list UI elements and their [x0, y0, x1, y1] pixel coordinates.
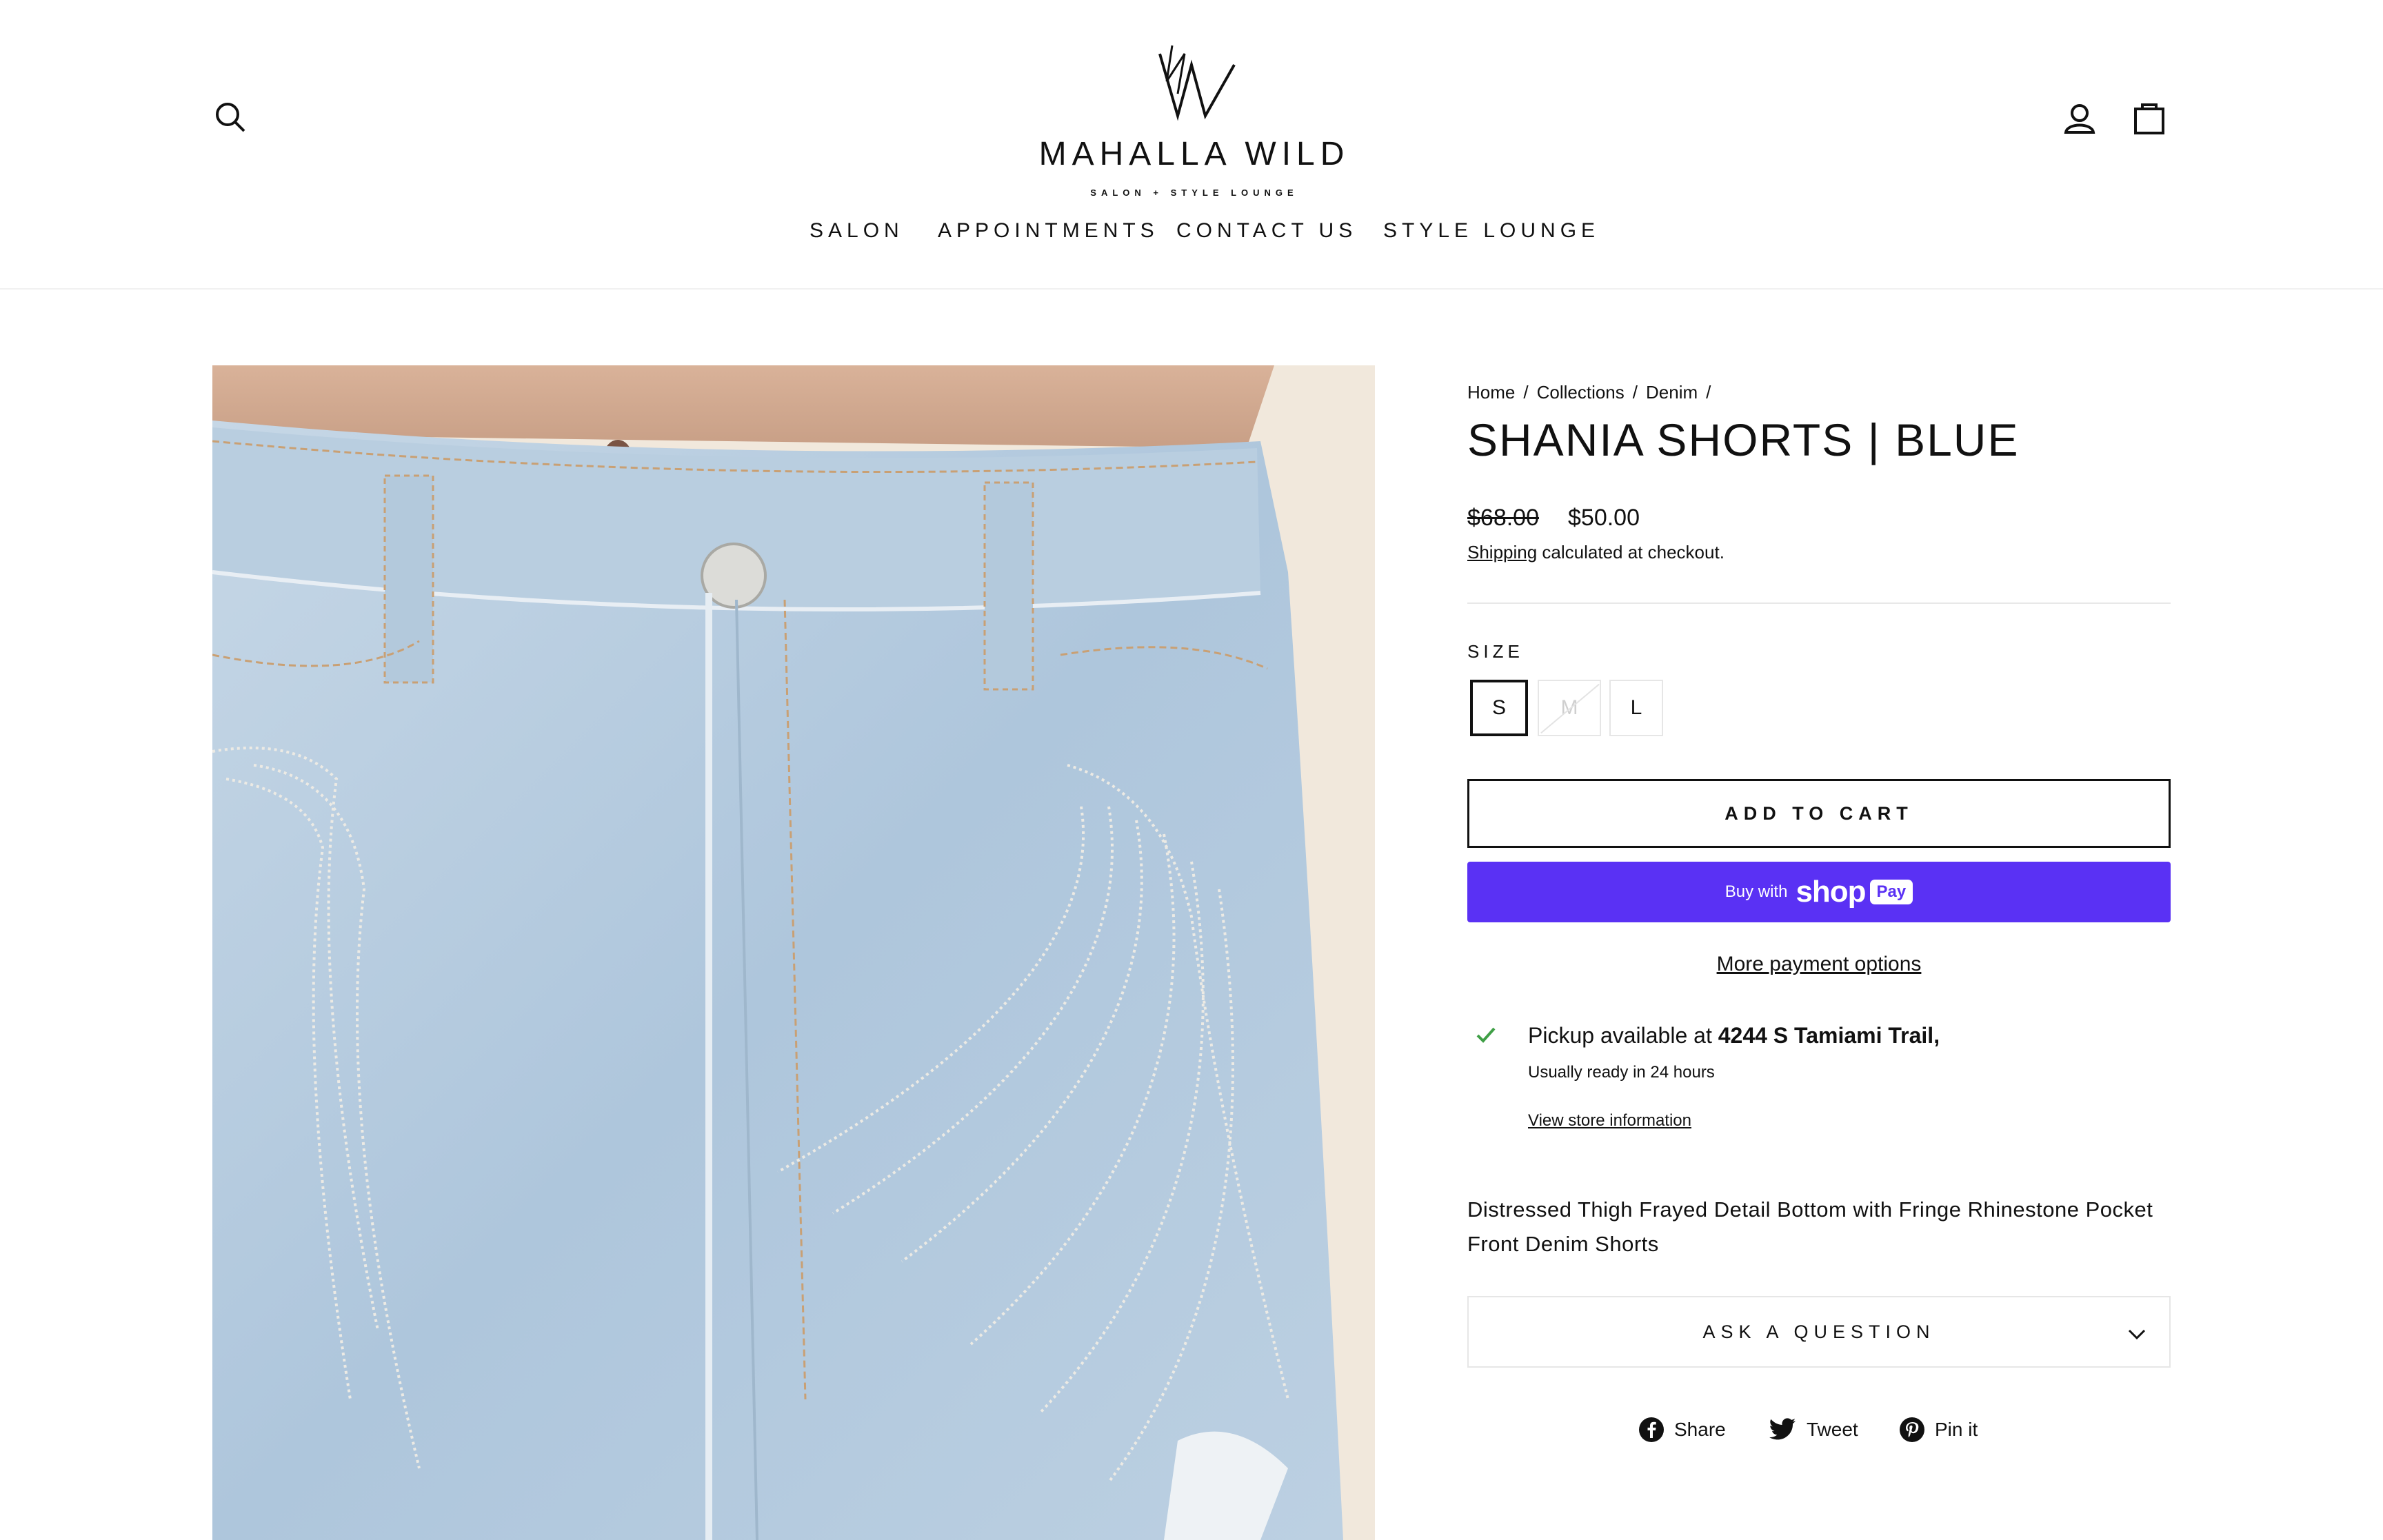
- breadcrumb-separator: /: [1706, 382, 1711, 403]
- pinterest-icon: [1900, 1417, 1924, 1442]
- shop-pay-buy-with: Buy with: [1725, 882, 1788, 901]
- shipping-text: calculated at checkout.: [1537, 542, 1725, 563]
- product-title: SHANIA SHORTS | BLUE: [1467, 414, 2020, 465]
- breadcrumb: Home / Collections / Denim /: [1467, 382, 1719, 403]
- twitter-icon: [1769, 1418, 1796, 1440]
- add-to-cart-button[interactable]: ADD TO CART: [1467, 779, 2171, 848]
- nav-appointments[interactable]: APPOINTMENTS: [938, 219, 1159, 243]
- more-payment-options-link[interactable]: More payment options: [1467, 953, 2171, 976]
- breadcrumb-collections[interactable]: Collections: [1537, 382, 1625, 403]
- pickup-ready-time: Usually ready in 24 hours: [1528, 1063, 1715, 1082]
- size-option-s[interactable]: S: [1470, 680, 1528, 736]
- product-image[interactable]: [212, 365, 1375, 1540]
- size-option-l[interactable]: L: [1609, 680, 1663, 736]
- size-label: SIZE: [1467, 641, 1524, 662]
- logo-mark: [1158, 45, 1236, 121]
- check-icon: [1476, 1023, 1496, 1050]
- shipping-note: Shipping calculated at checkout.: [1467, 542, 1725, 563]
- pickup-location: 4244 S Tamiami Trail,: [1718, 1023, 1940, 1048]
- price-divider: [1467, 602, 2171, 604]
- shop-pay-badge: Pay: [1869, 880, 1913, 904]
- ask-a-question-label: ASK A QUESTION: [1702, 1321, 1935, 1342]
- pin-label: Pin it: [1935, 1419, 1978, 1440]
- product-description: Distressed Thigh Frayed Detail Bottom wi…: [1467, 1197, 2153, 1256]
- chevron-down-icon: [2128, 1324, 2146, 1345]
- nav-salon[interactable]: SALON: [810, 219, 904, 243]
- original-price: $68.00: [1467, 505, 1539, 531]
- pickup-prefix: Pickup available at: [1528, 1023, 1718, 1048]
- pickup-availability: Pickup available at 4244 S Tamiami Trail…: [1528, 1023, 1940, 1048]
- main-nav: SALON APPOINTMENTS CONTACT US STYLE LOUN…: [0, 219, 2383, 250]
- share-label: Share: [1674, 1419, 1726, 1440]
- brand-logo[interactable]: MAHALLA WILD SALON + STYLE LOUNGE: [1030, 34, 1358, 200]
- tweet-label: Tweet: [1807, 1419, 1858, 1440]
- shipping-link[interactable]: Shipping: [1467, 542, 1537, 563]
- sale-price: $50.00: [1568, 505, 1640, 531]
- breadcrumb-separator: /: [1632, 382, 1638, 403]
- header-divider: [0, 288, 2383, 290]
- cart-icon[interactable]: [2133, 99, 2165, 135]
- search-icon[interactable]: [214, 101, 247, 134]
- shop-pay-button[interactable]: Buy with shop Pay: [1467, 862, 2171, 922]
- account-icon[interactable]: [2063, 102, 2096, 135]
- breadcrumb-home[interactable]: Home: [1467, 382, 1515, 403]
- brand-tagline: SALON + STYLE LOUNGE: [1090, 188, 1298, 198]
- share-pinterest-button[interactable]: Pin it: [1899, 1415, 1978, 1445]
- brand-name: MAHALLA WILD: [1038, 136, 1350, 172]
- share-facebook-button[interactable]: Share: [1638, 1415, 1726, 1445]
- breadcrumb-separator: /: [1523, 382, 1529, 403]
- share-twitter-button[interactable]: Tweet: [1769, 1415, 1858, 1445]
- breadcrumb-denim[interactable]: Denim: [1646, 382, 1698, 403]
- size-option-m[interactable]: M: [1538, 680, 1601, 736]
- facebook-icon: [1639, 1417, 1664, 1442]
- view-store-information-link[interactable]: View store information: [1528, 1111, 1691, 1131]
- ask-a-question-button[interactable]: ASK A QUESTION: [1467, 1296, 2171, 1368]
- shop-pay-logo: shop: [1796, 875, 1866, 909]
- nav-contact-us[interactable]: CONTACT US: [1176, 219, 1357, 243]
- nav-style-lounge[interactable]: STYLE LOUNGE: [1383, 219, 1600, 243]
